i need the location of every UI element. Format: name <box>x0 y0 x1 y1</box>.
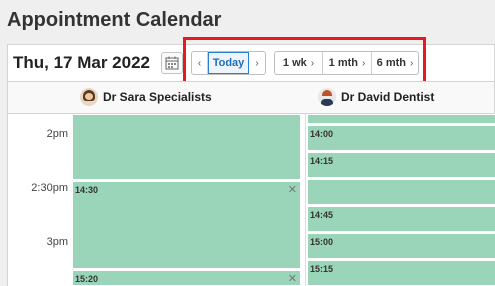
time-label: 3pm <box>46 236 68 248</box>
time-label: 2pm <box>46 128 68 140</box>
appointment-slot[interactable]: 14:30 ✕ <box>72 181 301 269</box>
appointment-time: 14:15 <box>310 156 334 166</box>
appointment-time: 15:15 <box>310 264 334 274</box>
appointment-slot[interactable]: 14:45 <box>307 206 495 232</box>
page-title: Appointment Calendar <box>7 9 222 31</box>
avatar <box>80 88 98 106</box>
appointment-slot[interactable] <box>72 114 301 180</box>
close-icon[interactable]: ✕ <box>288 272 297 285</box>
calendar-icon <box>165 56 179 70</box>
appointment-slot[interactable]: 15:20 ✕ <box>72 270 301 286</box>
appointment-time: 14:00 <box>310 129 334 139</box>
appointment-time: 15:00 <box>310 237 334 247</box>
provider-header-david[interactable]: Dr David Dentist <box>318 88 434 106</box>
provider-header-sara[interactable]: Dr Sara Specialists <box>80 88 212 106</box>
date-picker-button[interactable] <box>161 52 183 74</box>
appointment-time: 15:20 <box>75 274 99 284</box>
appointment-slot[interactable] <box>307 114 495 124</box>
time-label: 2:30pm <box>31 182 68 194</box>
provider-name: Dr David Dentist <box>341 90 435 104</box>
appointment-slot[interactable]: 14:00 <box>307 125 495 151</box>
avatar <box>318 88 336 106</box>
close-icon[interactable]: ✕ <box>288 183 297 196</box>
appointment-time: 14:30 <box>75 185 99 195</box>
appointment-slot[interactable]: 15:00 <box>307 233 495 259</box>
column-divider <box>305 114 306 286</box>
provider-header-row: Dr Sara Specialists Dr David Dentist <box>7 81 495 114</box>
appointment-slot[interactable] <box>307 179 495 205</box>
appointment-time: 14:45 <box>310 210 334 220</box>
calendar-grid: 2pm 2:30pm 3pm 14:30 ✕ 15:20 ✕ 14:00 14:… <box>7 114 495 286</box>
current-date-label: Thu, 17 Mar 2022 <box>13 53 151 72</box>
appointment-slot[interactable]: 15:15 <box>307 260 495 286</box>
provider-name: Dr Sara Specialists <box>103 90 212 104</box>
appointment-slot[interactable]: 14:15 <box>307 152 495 178</box>
